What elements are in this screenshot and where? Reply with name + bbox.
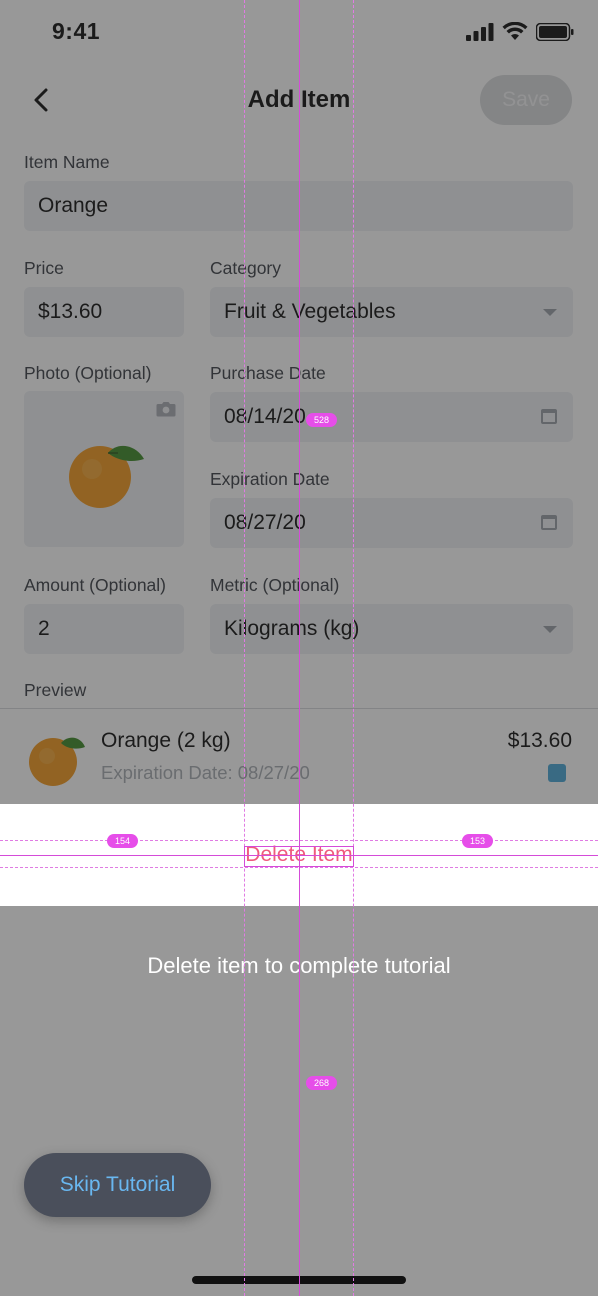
guide-line — [299, 0, 300, 1296]
guide-measure-bottom: 268 — [306, 1076, 338, 1090]
guide-line — [353, 0, 354, 1296]
guide-measure-right: 153 — [462, 834, 494, 848]
guide-measure-top: 528 — [306, 413, 338, 427]
guide-line — [0, 840, 598, 841]
guide-measure-left: 154 — [107, 834, 139, 848]
guide-line — [244, 0, 245, 1296]
skip-tutorial-button[interactable]: Skip Tutorial — [24, 1153, 211, 1217]
guide-line — [0, 867, 598, 868]
guide-bounding-box — [244, 846, 354, 867]
